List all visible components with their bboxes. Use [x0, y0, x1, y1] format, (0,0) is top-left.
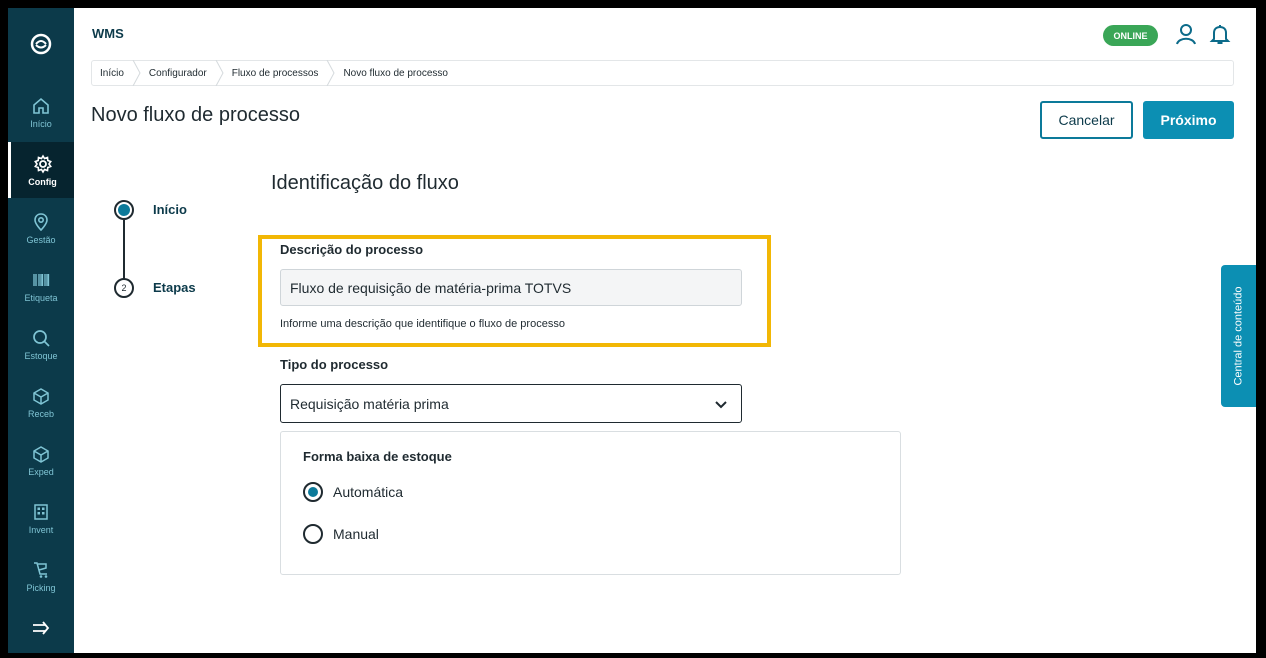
sidebar-item-label: Etiqueta — [24, 292, 58, 303]
chevron-right-icon — [132, 60, 141, 86]
location-icon — [34, 212, 48, 231]
box-icon — [33, 387, 49, 405]
sidebar-item-label: Picking — [26, 582, 56, 593]
sidebar-item-label: Gestão — [26, 234, 56, 245]
home-icon — [33, 97, 49, 114]
sidebar-item-config[interactable]: Config — [8, 142, 74, 198]
building-icon — [34, 503, 48, 520]
content-center-label: Central de conteúdo — [1232, 286, 1245, 386]
step-2-indicator[interactable]: 2 — [114, 278, 134, 298]
search-icon — [33, 329, 50, 347]
radio-option-manual[interactable]: Manual — [303, 524, 379, 544]
user-icon[interactable] — [1174, 22, 1198, 46]
gear-icon — [33, 153, 52, 174]
sidebar-item-receb[interactable]: Receb — [8, 374, 74, 430]
sidebar-item-label: Exped — [28, 466, 54, 477]
breadcrumb-item-inicio[interactable]: Início — [100, 68, 124, 79]
sidebar-item-label: Invent — [28, 524, 54, 535]
barcode-icon — [33, 273, 50, 286]
sidebar-item-exped[interactable]: Exped — [8, 432, 74, 488]
breadcrumb-item-fluxo[interactable]: Fluxo de processos — [232, 68, 319, 79]
app-window: Início Config Gestão Etiqueta Estoque Re… — [8, 8, 1256, 653]
cancel-button[interactable]: Cancelar — [1040, 101, 1133, 139]
stepper-connector — [123, 220, 125, 282]
sidebar-item-label: Início — [30, 118, 52, 129]
sidebar-item-gestao[interactable]: Gestão — [8, 200, 74, 256]
sidebar-item-etiqueta[interactable]: Etiqueta — [8, 258, 74, 314]
expand-arrow-icon — [33, 621, 50, 635]
status-badge: ONLINE — [1103, 25, 1158, 46]
chevron-right-icon — [326, 60, 336, 86]
sidebar-item-inicio[interactable]: Início — [8, 84, 74, 140]
description-helper-text: Informe uma descrição que identifique o … — [280, 318, 565, 330]
step-2-label[interactable]: Etapas — [153, 280, 196, 295]
content-center-tab[interactable]: Central de conteúdo — [1221, 265, 1256, 407]
radio-label: Manual — [333, 526, 379, 542]
expand-sidebar-button[interactable] — [8, 603, 74, 653]
radio-button-selected[interactable] — [303, 482, 323, 502]
radio-label: Automática — [333, 484, 404, 500]
chevron-right-icon — [215, 60, 224, 86]
sidebar-item-picking[interactable]: Picking — [8, 548, 74, 604]
sidebar-item-label: Config — [28, 176, 57, 187]
next-button[interactable]: Próximo — [1143, 101, 1234, 139]
step-1-label[interactable]: Início — [153, 202, 187, 217]
process-type-select[interactable]: Requisição matéria prima — [280, 384, 742, 423]
breadcrumb: Início Configurador Fluxo de processos N… — [91, 60, 1234, 86]
box-icon — [33, 445, 49, 463]
breadcrumb-item-current: Novo fluxo de processo — [343, 67, 448, 79]
chevron-down-icon — [715, 401, 727, 409]
step-1-indicator[interactable] — [114, 200, 134, 220]
process-type-value: Requisição matéria prima — [290, 395, 449, 412]
radio-button[interactable] — [303, 524, 323, 544]
process-type-label: Tipo do processo — [280, 357, 389, 372]
stock-method-title: Forma baixa de estoque — [303, 449, 452, 464]
sidebar-item-label: Receb — [27, 408, 54, 419]
section-title: Identificação do fluxo — [271, 172, 459, 194]
description-label: Descrição do processo — [280, 242, 424, 257]
sidebar-item-label: Estoque — [24, 350, 58, 361]
radio-option-automatica[interactable]: Automática — [303, 482, 403, 502]
page-title: Novo fluxo de processo — [91, 104, 301, 126]
sidebar: Início Config Gestão Etiqueta Estoque Re… — [8, 8, 74, 653]
sidebar-item-invent[interactable]: Invent — [8, 490, 74, 546]
app-title: WMS — [92, 26, 124, 41]
sidebar-item-estoque[interactable]: Estoque — [8, 316, 74, 372]
stock-method-card: Forma baixa de estoque Automática Manual — [280, 431, 901, 575]
app-logo-icon[interactable] — [8, 8, 74, 80]
bell-icon[interactable] — [1208, 22, 1232, 46]
description-input[interactable]: Fluxo de requisição de matéria-prima TOT… — [280, 269, 742, 306]
cart-icon — [34, 561, 48, 578]
breadcrumb-item-configurador[interactable]: Configurador — [149, 68, 207, 79]
